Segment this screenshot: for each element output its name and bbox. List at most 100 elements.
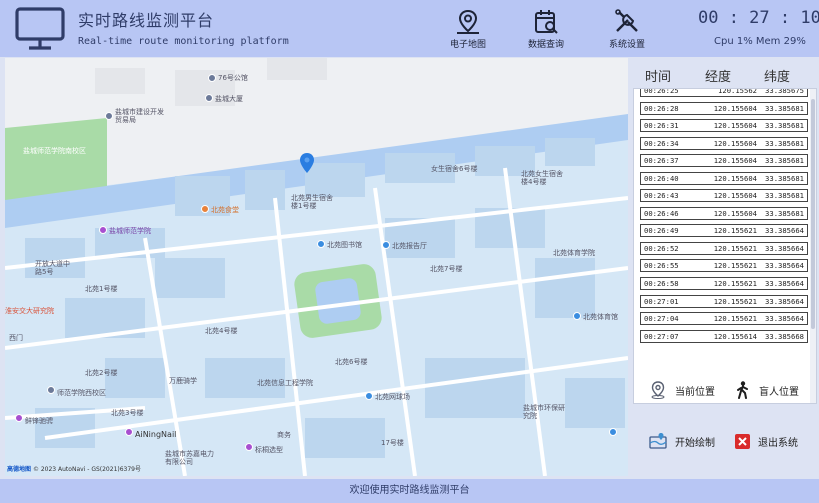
- map-attribution: 高德地图 © 2023 AutoNavi - GS(2021)6379号: [7, 464, 141, 473]
- map-label: 北苑食堂: [211, 206, 239, 214]
- exit-system-label: 退出系统: [758, 437, 798, 449]
- row-time: 00:26:28: [644, 103, 679, 113]
- row-latitude: 33.385681: [765, 191, 804, 201]
- map-view[interactable]: 76号公馆 盐城大厦 盐城市建设开发贸易局 盐城师范学院 开放大道中路5号 北苑…: [5, 58, 628, 476]
- start-drawing-label: 开始绘制: [675, 437, 715, 449]
- map-label: 76号公馆: [218, 74, 248, 82]
- map-pin-icon: [457, 9, 479, 34]
- nav-map-label: 电子地图: [449, 40, 486, 50]
- tools-icon: [615, 9, 638, 32]
- table-row[interactable]: 00:26:31 120.155604 33.385681: [640, 119, 808, 133]
- column-header-longitude: 经度: [705, 70, 732, 85]
- row-time: 00:26:43: [644, 191, 679, 201]
- map-label: 北苑6号楼: [335, 358, 368, 366]
- poi-marker[interactable]: [125, 428, 133, 436]
- footer-bar: 欢迎使用实时路线监测平台: [0, 479, 819, 503]
- table-row[interactable]: 00:27:04 120.155621 33.385664: [640, 312, 808, 326]
- row-longitude: 120.155621: [713, 226, 757, 236]
- map-label: 师范学院西校区: [57, 389, 106, 397]
- exit-icon: [735, 433, 750, 449]
- blind-location-label: 盲人位置: [759, 386, 799, 398]
- row-time: 00:26:40: [644, 173, 679, 183]
- blind-location-button[interactable]: 盲人位置: [735, 380, 799, 400]
- map-label: 北苑报告厅: [392, 242, 427, 250]
- poi-marker[interactable]: [99, 226, 107, 234]
- row-longitude: 120.155604: [713, 208, 757, 218]
- map-label: 鲜锋驰骋: [25, 417, 53, 425]
- table-row[interactable]: 00:26:52 120.155621 33.385664: [640, 241, 808, 255]
- row-longitude: 120.155621: [713, 261, 757, 271]
- poi-marker[interactable]: [15, 414, 23, 422]
- map-label: 北苑信息工程学院: [257, 379, 313, 387]
- row-latitude: 33.385681: [765, 138, 804, 148]
- app-root: 实时路线监测平台 Real-time route monitoring plat…: [0, 0, 819, 503]
- poi-marker[interactable]: [201, 205, 209, 213]
- row-latitude: 33.385664: [765, 261, 804, 271]
- system-usage: Cpu 1% Mem 29%: [714, 36, 806, 47]
- map-label: 商务: [277, 431, 291, 439]
- poi-marker[interactable]: [245, 443, 253, 451]
- table-row[interactable]: 00:26:34 120.155604 33.385681: [640, 136, 808, 150]
- table-row[interactable]: 00:26:25 120.15562 33.385675: [640, 89, 808, 97]
- row-longitude: 120.155604: [713, 156, 757, 166]
- map-label: 盐城市苏嘉电力有限公司: [165, 450, 214, 466]
- map-label: 开放大道中路5号: [35, 260, 70, 276]
- nav-data-query-button[interactable]: 数据查询: [516, 9, 576, 53]
- column-header-time: 时间: [645, 70, 672, 85]
- row-longitude: 120.155604: [713, 173, 757, 183]
- poi-marker[interactable]: [208, 74, 216, 82]
- row-latitude: 33.385681: [765, 121, 804, 131]
- row-latitude: 33.385664: [765, 296, 804, 306]
- current-location-marker[interactable]: [300, 153, 314, 173]
- row-longitude: 120.155621: [713, 314, 757, 324]
- scrollbar-thumb[interactable]: [811, 99, 815, 329]
- footer-welcome-text: 欢迎使用实时路线监测平台: [349, 485, 470, 496]
- poi-marker[interactable]: [205, 94, 213, 102]
- row-longitude: 120.155604: [713, 191, 757, 201]
- exit-system-button[interactable]: 退出系统: [735, 431, 798, 451]
- table-row[interactable]: 00:26:49 120.155621 33.385664: [640, 224, 808, 238]
- map-label: 北苑女生宿舍楼4号楼: [521, 170, 563, 186]
- poi-marker[interactable]: [105, 112, 113, 120]
- table-scrollbar[interactable]: [810, 89, 816, 403]
- map-label: 盐城市建设开发贸易局: [115, 108, 164, 124]
- row-time: 00:27:01: [644, 296, 679, 306]
- nav-settings-button[interactable]: 系统设置: [597, 9, 657, 53]
- map-label: 北苑1号楼: [85, 285, 118, 293]
- table-row[interactable]: 00:26:37 120.155604 33.385681: [640, 154, 808, 168]
- poi-marker[interactable]: [609, 428, 617, 436]
- start-drawing-button[interactable]: 开始绘制: [649, 431, 715, 451]
- calendar-search-icon: [535, 10, 558, 34]
- table-row[interactable]: 00:27:01 120.155621 33.385664: [640, 294, 808, 308]
- nav-map-button[interactable]: 电子地图: [438, 9, 498, 53]
- table-row[interactable]: 00:26:40 120.155604 33.385681: [640, 171, 808, 185]
- poi-marker[interactable]: [47, 386, 55, 394]
- location-panel: 时间 经度 纬度 00:26:25 120.15562 33.385675 00:26…: [629, 58, 819, 476]
- map-label: 北苑3号楼: [111, 409, 144, 417]
- row-time: 00:26:34: [644, 138, 679, 148]
- row-latitude: 33.385664: [765, 243, 804, 253]
- table-row[interactable]: 00:26:28 120.155604 33.385681: [640, 101, 808, 115]
- table-row[interactable]: 00:27:07 120.155614 33.385668: [640, 329, 808, 343]
- poi-marker[interactable]: [573, 312, 581, 320]
- current-location-button[interactable]: 当前位置: [649, 380, 715, 400]
- row-longitude: 120.155604: [713, 121, 757, 131]
- walking-person-icon: [737, 381, 748, 399]
- poi-marker[interactable]: [317, 240, 325, 248]
- row-longitude: 120.155604: [713, 138, 757, 148]
- row-latitude: 33.385668: [765, 331, 804, 341]
- row-latitude: 33.385681: [765, 173, 804, 183]
- poi-marker[interactable]: [365, 392, 373, 400]
- table-row[interactable]: 00:26:43 120.155604 33.385681: [640, 189, 808, 203]
- row-time: 00:26:52: [644, 243, 679, 253]
- map-label: 淮安交大研究院: [5, 307, 54, 315]
- row-latitude: 33.385681: [765, 156, 804, 166]
- table-row[interactable]: 00:26:55 120.155621 33.385664: [640, 259, 808, 273]
- table-row[interactable]: 00:26:46 120.155604 33.385681: [640, 206, 808, 220]
- row-latitude: 33.385664: [765, 314, 804, 324]
- poi-marker[interactable]: [382, 241, 390, 249]
- table-row[interactable]: 00:26:58 120.155621 33.385664: [640, 277, 808, 291]
- row-latitude: 33.385681: [765, 103, 804, 113]
- nav-data-query-label: 数据查询: [527, 40, 564, 50]
- location-table[interactable]: 00:26:25 120.15562 33.385675 00:26:28 120.15…: [633, 88, 817, 404]
